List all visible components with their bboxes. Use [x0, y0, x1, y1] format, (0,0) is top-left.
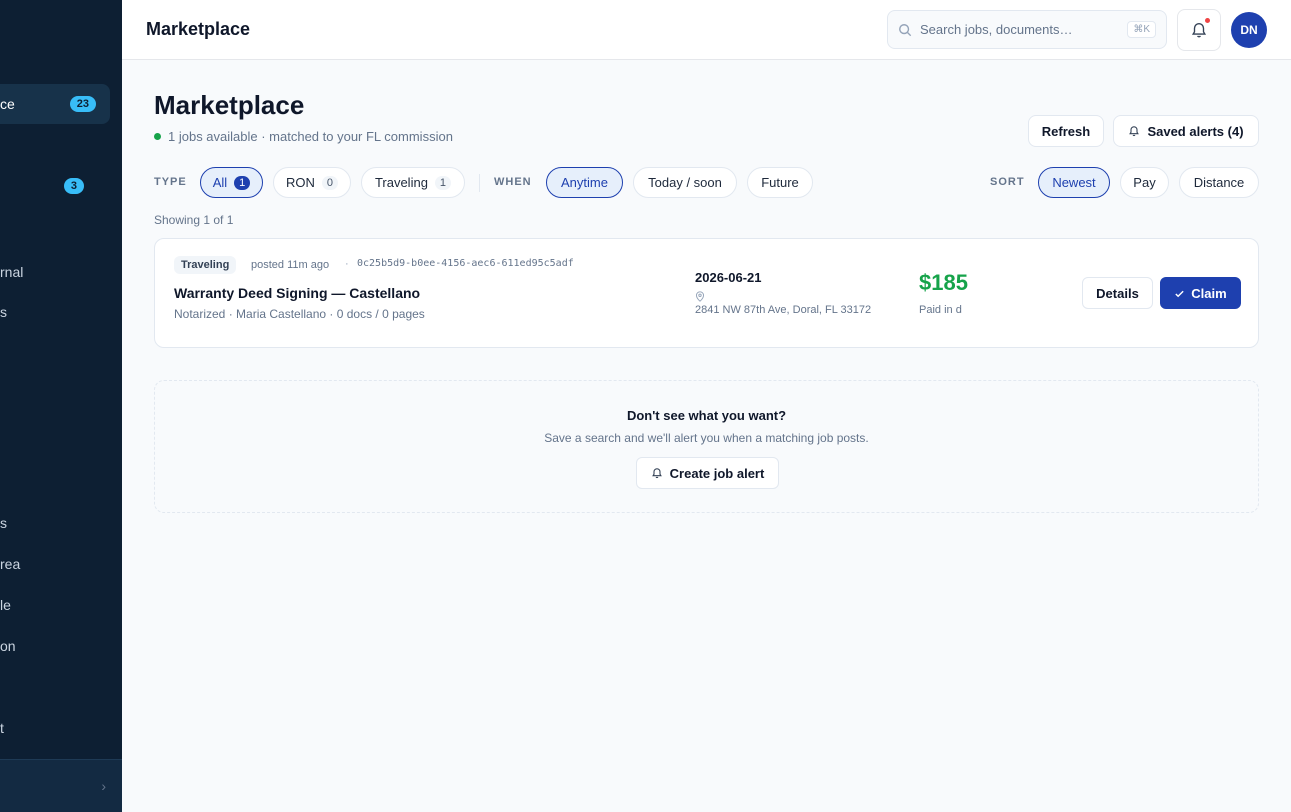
- subtitle-text: 1 jobs available · matched to your FL co…: [168, 129, 453, 144]
- saved-alerts-button[interactable]: Saved alerts (4): [1113, 115, 1259, 147]
- details-button[interactable]: Details: [1082, 277, 1153, 309]
- avatar[interactable]: DN: [1231, 12, 1267, 48]
- sidebar-item[interactable]: [0, 125, 110, 165]
- create-job-alert-button[interactable]: Create job alert: [636, 457, 779, 489]
- sort-label: SORT: [990, 176, 1025, 188]
- sidebar-item-label: ce: [0, 96, 15, 112]
- sidebar-item-marketplace[interactable]: ce 23: [0, 84, 110, 124]
- check-icon: [1175, 290, 1184, 297]
- page-title: Marketplace: [154, 90, 305, 120]
- bell-icon: [1191, 23, 1207, 38]
- chip-count: 1: [434, 175, 452, 190]
- notifications-button[interactable]: [1177, 9, 1221, 51]
- search-box[interactable]: ⌘K: [887, 10, 1167, 49]
- create-alert-label: Create job alert: [669, 465, 765, 481]
- sidebar-item[interactable]: s: [0, 503, 110, 543]
- sidebar-count-badge: 23: [69, 96, 96, 112]
- job-date: 2026-06-21: [695, 270, 762, 285]
- map-pin-icon: [695, 291, 705, 302]
- sidebar-item-area[interactable]: rea: [0, 544, 110, 584]
- sidebar-item[interactable]: s: [0, 292, 110, 332]
- sort-pay[interactable]: Pay: [1120, 167, 1169, 198]
- filter-type-all[interactable]: All 1: [200, 167, 263, 198]
- chip-count: 0: [321, 175, 339, 190]
- sidebar-item-label: t: [0, 720, 4, 736]
- filter-type-ron[interactable]: RON 0: [273, 167, 351, 198]
- keyboard-shortcut-hint: ⌘K: [1127, 21, 1156, 38]
- job-pay: $185: [919, 270, 968, 295]
- chevron-right-icon[interactable]: ›: [101, 778, 106, 794]
- chip-label: All: [212, 175, 228, 190]
- chip-count: 1: [234, 175, 251, 190]
- sidebar-item-label: s: [0, 515, 7, 531]
- refresh-button[interactable]: Refresh: [1028, 115, 1104, 147]
- bell-icon: [651, 468, 662, 479]
- filter-type-traveling[interactable]: Traveling 1: [361, 167, 465, 198]
- sidebar-count-badge: 3: [63, 178, 84, 194]
- notification-dot: [1205, 18, 1210, 23]
- create-alert-card: Don't see what you want? Save a search a…: [154, 380, 1259, 513]
- sort-distance[interactable]: Distance: [1179, 167, 1259, 198]
- results-count: Showing 1 of 1: [154, 213, 234, 227]
- job-id: 0c25b5d9-b0ee-4156-aec6-611ed95c5adf: [357, 258, 574, 269]
- payment-terms: Paid in d: [919, 304, 962, 316]
- sidebar-item-label: on: [0, 638, 16, 654]
- job-address: 2841 NW 87th Ave, Doral, FL 33172: [695, 304, 872, 316]
- chip-label: RON: [286, 175, 315, 190]
- job-type-tag: Traveling: [174, 256, 237, 274]
- search-icon: [898, 23, 912, 37]
- bell-icon: [1129, 126, 1140, 137]
- filter-when-anytime[interactable]: Anytime: [546, 167, 623, 198]
- topbar-title: Marketplace: [146, 19, 251, 39]
- sidebar-item-label: s: [0, 304, 7, 320]
- top-bar: Marketplace ⌘K DN: [122, 0, 1291, 60]
- sidebar-item-journal[interactable]: rnal: [0, 252, 110, 292]
- sidebar-item[interactable]: t: [0, 708, 110, 748]
- filter-divider: [479, 174, 480, 192]
- page-subtitle: 1 jobs available · matched to your FL co…: [154, 129, 453, 144]
- sidebar: ce 23 3 rnal s s rea le on t ›: [0, 0, 122, 812]
- job-card[interactable]: Traveling posted 11m ago · 0c25b5d9-b0ee…: [154, 238, 1259, 348]
- type-filter-label: TYPE: [154, 176, 187, 188]
- sidebar-item-label: rnal: [0, 264, 24, 280]
- filter-when-future[interactable]: Future: [747, 167, 813, 198]
- sidebar-footer[interactable]: ›: [0, 759, 122, 812]
- sidebar-item-label: le: [0, 597, 11, 613]
- sidebar-item-profile[interactable]: le: [0, 585, 110, 625]
- chip-label: Traveling: [374, 175, 428, 190]
- meta-separator: ·: [345, 258, 349, 270]
- sidebar-item[interactable]: 3: [0, 166, 110, 206]
- empty-state-title: Don't see what you want?: [626, 408, 787, 423]
- when-filter-label: WHEN: [494, 176, 532, 188]
- job-title[interactable]: Warranty Deed Signing — Castellano: [174, 285, 420, 301]
- empty-state-subtitle: Save a search and we'll alert you when a…: [544, 431, 869, 445]
- claim-button[interactable]: Claim: [1160, 277, 1241, 309]
- claim-label: Claim: [1191, 285, 1227, 301]
- job-meta: Notarized · Maria Castellano · 0 docs / …: [174, 307, 425, 321]
- posted-time: posted 11m ago: [251, 259, 330, 271]
- sidebar-item-label: rea: [0, 556, 21, 572]
- filter-when-today[interactable]: Today / soon: [633, 167, 737, 198]
- sort-newest[interactable]: Newest: [1038, 167, 1110, 198]
- search-input[interactable]: [920, 22, 1128, 37]
- saved-alerts-label: Saved alerts (4): [1147, 123, 1244, 139]
- status-dot: [154, 133, 161, 140]
- sidebar-item[interactable]: on: [0, 626, 110, 666]
